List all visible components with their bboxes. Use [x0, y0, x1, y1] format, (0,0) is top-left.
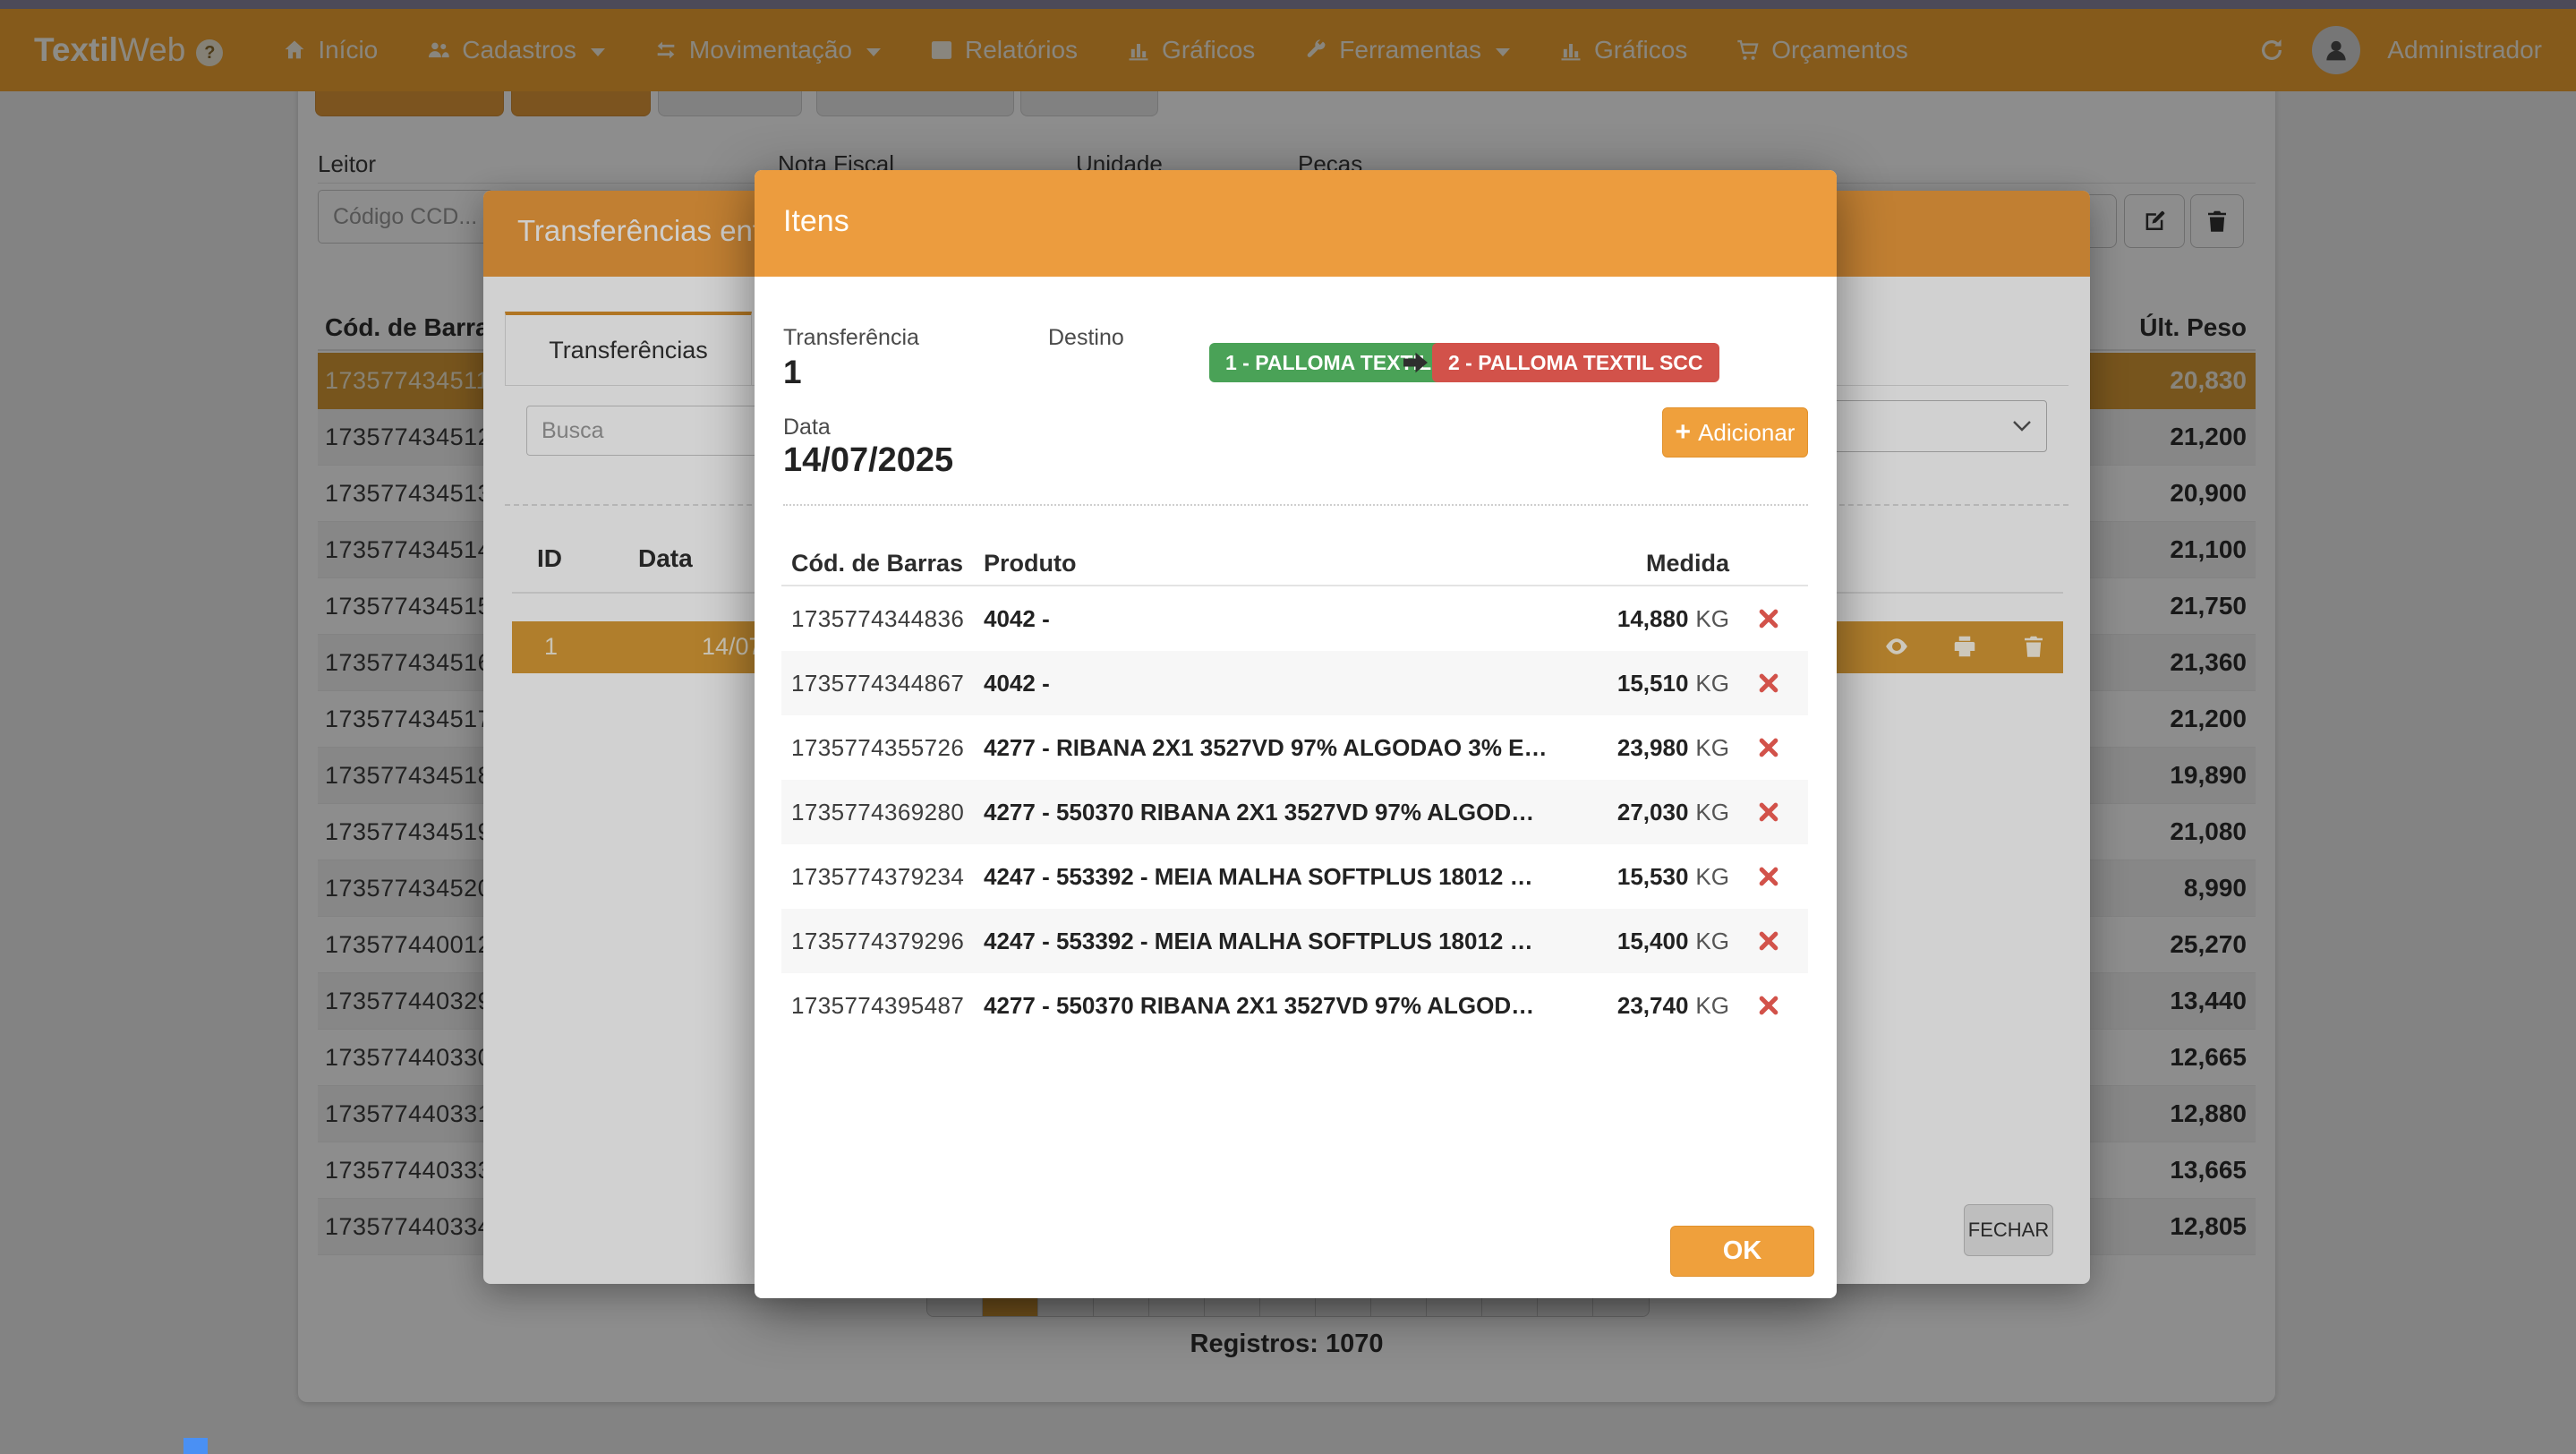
scrollbar-thumb[interactable] — [183, 1438, 208, 1454]
item-row[interactable]: 1735774344867 4042 - 15,510KG — [781, 651, 1808, 715]
remove-item-icon[interactable] — [1758, 608, 1779, 629]
items-modal-body: Transferência 1 Destino 1 - PALLOMA TEXT… — [755, 277, 1837, 1298]
item-medida-cell: 14,880KG — [1559, 605, 1729, 633]
remove-item-icon[interactable] — [1758, 737, 1779, 758]
item-row[interactable]: 1735774379234 4247 - 553392 - MEIA MALHA… — [781, 844, 1808, 909]
items-table: Cód. de Barras Produto Medida 1735774344… — [781, 542, 1808, 1038]
item-row[interactable]: 1735774355726 4277 - RIBANA 2X1 3527VD 9… — [781, 715, 1808, 780]
remove-item-icon[interactable] — [1758, 930, 1779, 952]
data-value: 14/07/2025 — [783, 441, 953, 480]
item-medida-cell: 23,980KG — [1559, 734, 1729, 762]
item-actions — [1729, 672, 1808, 694]
remove-item-icon[interactable] — [1758, 801, 1779, 823]
destination-badge: 2 - PALLOMA TEXTIL SCC — [1432, 343, 1719, 382]
adicionar-button[interactable]: + Adicionar — [1662, 407, 1808, 458]
item-produto-cell: 4247 - 553392 - MEIA MALHA SOFTPLUS 1801… — [984, 928, 1559, 955]
remove-item-icon[interactable] — [1758, 866, 1779, 887]
item-row[interactable]: 1735774395487 4277 - 550370 RIBANA 2X1 3… — [781, 973, 1808, 1038]
remove-item-icon[interactable] — [1758, 672, 1779, 694]
item-actions — [1729, 608, 1808, 629]
item-medida-cell: 15,400KG — [1559, 928, 1729, 955]
items-rows: 1735774344836 4042 - 14,880KG 1735774344… — [781, 586, 1808, 1038]
item-actions — [1729, 866, 1808, 887]
ok-button[interactable]: OK — [1670, 1226, 1814, 1277]
col-medida-header: Medida — [1559, 550, 1729, 577]
item-row[interactable]: 1735774379296 4247 - 553392 - MEIA MALHA… — [781, 909, 1808, 973]
col-produto-header: Produto — [984, 550, 1559, 577]
item-barcode-cell: 1735774344867 — [791, 670, 984, 697]
item-barcode-cell: 1735774379296 — [791, 928, 984, 955]
item-produto-cell: 4277 - 550370 RIBANA 2X1 3527VD 97% ALGO… — [984, 992, 1559, 1020]
item-produto-cell: 4277 - 550370 RIBANA 2X1 3527VD 97% ALGO… — [984, 799, 1559, 826]
transferencia-value: 1 — [783, 354, 802, 391]
item-row[interactable]: 1735774344836 4042 - 14,880KG — [781, 586, 1808, 651]
items-modal: Itens Transferência 1 Destino 1 - PALLOM… — [755, 170, 1837, 1298]
item-barcode-cell: 1735774355726 — [791, 734, 984, 762]
item-medida-cell: 15,510KG — [1559, 670, 1729, 697]
col-barcode-header: Cód. de Barras — [791, 550, 984, 577]
item-actions — [1729, 995, 1808, 1016]
item-actions — [1729, 801, 1808, 823]
item-barcode-cell: 1735774395487 — [791, 992, 984, 1020]
items-table-header: Cód. de Barras Produto Medida — [781, 542, 1808, 586]
item-produto-cell: 4277 - RIBANA 2X1 3527VD 97% ALGODAO 3% … — [984, 734, 1559, 762]
arrow-right-icon — [1401, 346, 1433, 379]
item-actions — [1729, 737, 1808, 758]
item-medida-cell: 23,740KG — [1559, 992, 1729, 1020]
transferencia-label: Transferência — [783, 325, 919, 351]
item-barcode-cell: 1735774379234 — [791, 863, 984, 891]
item-produto-cell: 4042 - — [984, 605, 1559, 633]
item-medida-cell: 15,530KG — [1559, 863, 1729, 891]
destino-label: Destino — [1048, 325, 1124, 351]
dotted-divider — [783, 504, 1808, 506]
items-modal-title: Itens — [783, 204, 849, 239]
item-medida-cell: 27,030KG — [1559, 799, 1729, 826]
item-barcode-cell: 1735774344836 — [791, 605, 984, 633]
plus-icon: + — [1676, 419, 1692, 446]
remove-item-icon[interactable] — [1758, 995, 1779, 1016]
item-produto-cell: 4042 - — [984, 670, 1559, 697]
item-actions — [1729, 930, 1808, 952]
item-row[interactable]: 1735774369280 4277 - 550370 RIBANA 2X1 3… — [781, 780, 1808, 844]
item-barcode-cell: 1735774369280 — [791, 799, 984, 826]
item-produto-cell: 4247 - 553392 - MEIA MALHA SOFTPLUS 1801… — [984, 863, 1559, 891]
app-root: TextilWeb ? Início Cadastros Movimentaçã… — [0, 0, 2576, 1454]
items-modal-header: Itens — [755, 170, 1837, 277]
data-label: Data — [783, 415, 831, 440]
